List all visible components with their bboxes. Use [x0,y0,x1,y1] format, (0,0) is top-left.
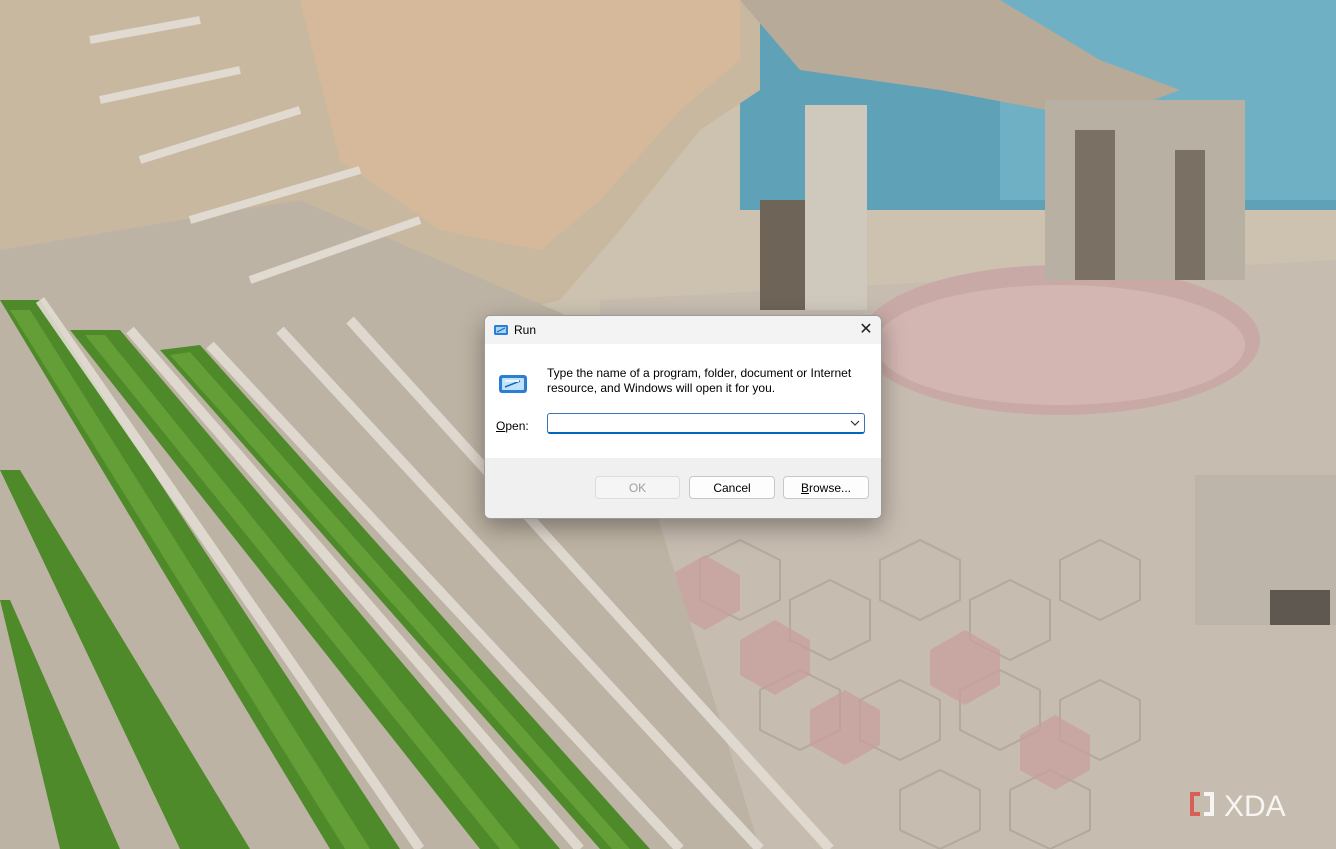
dialog-footer: OK Cancel Browse... [485,458,881,518]
browse-button[interactable]: Browse... [783,476,869,499]
xda-watermark-logo: XDA [1190,790,1286,822]
open-input[interactable] [552,415,846,433]
open-label: Open: [496,419,529,433]
dialog-description: Type the name of a program, folder, docu… [547,366,852,395]
chevron-down-icon[interactable] [850,418,860,428]
window-title: Run [514,323,537,337]
cancel-button[interactable]: Cancel [689,476,775,499]
open-combobox[interactable] [547,413,865,434]
title-bar[interactable]: Run ✕ [485,316,881,344]
open-label-text: pen: [505,419,529,433]
browse-accelerator: B [800,480,809,495]
open-label-accelerator: O [496,419,506,433]
dialog-body: Type the name of a program, folder, docu… [485,344,881,458]
close-icon: ✕ [859,321,873,338]
watermark-text: XDA [1224,790,1286,822]
browse-label: rowse... [809,480,852,495]
ok-button[interactable]: OK [595,476,680,499]
close-button[interactable]: ✕ [851,316,881,344]
run-icon [494,325,508,335]
run-dialog: Run ✕ Type the name of a program, folder… [484,315,882,519]
run-program-icon [499,375,527,393]
